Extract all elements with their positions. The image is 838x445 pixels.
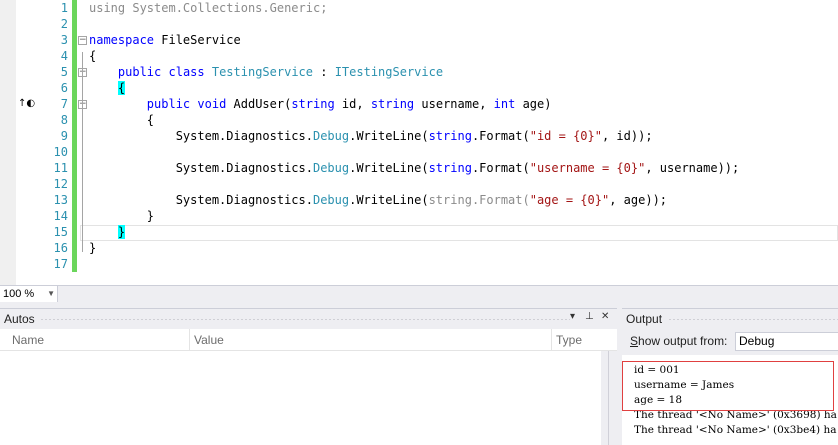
zoom-dropdown[interactable]: 100 % ▼	[0, 286, 58, 302]
line-number: 17	[53, 257, 68, 271]
code-text[interactable]: {	[89, 80, 126, 96]
code-text[interactable]: {	[89, 112, 154, 128]
code-line[interactable]: 3 − namespace FileService	[0, 32, 838, 48]
change-indicator	[72, 48, 77, 64]
column-value[interactable]: Value	[190, 329, 552, 351]
code-line[interactable]: 10	[0, 144, 838, 160]
line-number: 13	[53, 193, 68, 207]
pin-icon[interactable]: ⊥	[585, 311, 594, 322]
line-number: 16	[53, 241, 68, 255]
title-grip-dots	[668, 318, 838, 321]
line-number: 4	[60, 49, 68, 63]
code-editor[interactable]: ↑◐ 1 using System.Collections.Generic; 2 3−…	[0, 0, 838, 285]
change-indicator	[72, 240, 77, 256]
zoom-value: 100 %	[3, 288, 35, 300]
change-indicator	[72, 224, 77, 240]
autos-column-header: Name Value Type	[0, 329, 617, 351]
collapse-icon[interactable]: −	[78, 36, 87, 45]
code-line[interactable]: 5− public class TestingService : ITestin…	[0, 64, 838, 80]
code-line[interactable]: 1 using System.Collections.Generic;	[0, 0, 838, 16]
code-line[interactable]: 16}	[0, 240, 838, 256]
code-text[interactable]: namespace FileService	[89, 32, 241, 48]
line-number: 10	[53, 145, 68, 159]
code-text[interactable]: public void AddUser(string id, string us…	[89, 96, 552, 112]
line-number: 12	[53, 177, 68, 191]
line-number: 3	[60, 33, 68, 47]
change-indicator	[72, 208, 77, 224]
code-line[interactable]: 9 System.Diagnostics.Debug.WriteLine(str…	[0, 128, 838, 144]
code-line[interactable]: 6 {	[0, 80, 838, 96]
code-text[interactable]: System.Diagnostics.Debug.WriteLine(strin…	[89, 128, 653, 144]
line-number: 9	[60, 129, 68, 143]
line-number: 7	[60, 97, 68, 111]
line-number: 6	[60, 81, 68, 95]
code-line[interactable]: 11 System.Diagnostics.Debug.WriteLine(st…	[0, 160, 838, 176]
change-indicator	[72, 64, 77, 80]
output-toolbar: Show output from: Debug	[622, 329, 838, 355]
code-text[interactable]: }	[89, 240, 96, 256]
output-window: Output Show output from: Debug id = 001 …	[622, 308, 838, 445]
code-text[interactable]: }	[89, 208, 154, 224]
code-text[interactable]: public class TestingService : ITestingSe…	[89, 64, 443, 80]
output-highlight-box	[622, 361, 834, 411]
column-type[interactable]: Type	[552, 329, 601, 351]
change-indicator	[72, 128, 77, 144]
column-name[interactable]: Name	[8, 329, 190, 351]
change-indicator	[72, 176, 77, 192]
change-indicator	[72, 80, 77, 96]
code-line[interactable]: 13 System.Diagnostics.Debug.WriteLine(st…	[0, 192, 838, 208]
line-number: 5	[60, 65, 68, 79]
code-line[interactable]: 7− public void AddUser(string id, string…	[0, 96, 838, 112]
code-text[interactable]: {	[89, 48, 96, 64]
change-indicator	[72, 96, 77, 112]
code-line[interactable]: 12	[0, 176, 838, 192]
code-text[interactable]: }	[89, 224, 126, 240]
code-text[interactable]: using System.Collections.Generic;	[89, 0, 327, 16]
bottom-tool-windows: Autos ▾ ⊥ ✕ Name Value Type Output Show …	[0, 302, 838, 445]
line-number: 11	[53, 161, 68, 175]
change-indicator	[72, 192, 77, 208]
change-indicator	[72, 256, 77, 272]
code-text[interactable]: System.Diagnostics.Debug.WriteLine(strin…	[89, 160, 740, 176]
autos-window: Autos ▾ ⊥ ✕ Name Value Type	[0, 308, 617, 445]
output-source-select[interactable]: Debug	[735, 332, 838, 351]
line-number: 1	[60, 1, 68, 15]
code-line[interactable]: 15 }	[0, 224, 838, 240]
code-line[interactable]: 4{	[0, 48, 838, 64]
line-number: 2	[60, 17, 68, 31]
chevron-down-icon[interactable]: ▼	[47, 286, 55, 302]
change-indicator	[72, 112, 77, 128]
outline-guide	[82, 116, 83, 252]
change-indicator	[72, 160, 77, 176]
autos-title: Autos	[4, 312, 35, 326]
line-number: 14	[53, 209, 68, 223]
change-indicator	[72, 32, 77, 48]
close-icon[interactable]: ✕	[601, 311, 609, 322]
line-number: 8	[60, 113, 68, 127]
line-number: 15	[53, 225, 68, 239]
code-line[interactable]: 17	[0, 256, 838, 272]
code-line[interactable]: 14 }	[0, 208, 838, 224]
dropdown-arrow-icon[interactable]: ▾	[570, 311, 575, 322]
title-grip-dots	[40, 318, 570, 321]
output-text-area[interactable]: id = 001 username = James age = 18 The t…	[622, 355, 838, 445]
change-indicator	[72, 144, 77, 160]
editor-status-bar: 100 % ▼	[0, 285, 838, 302]
code-line[interactable]: 8 {	[0, 112, 838, 128]
change-indicator	[72, 0, 77, 16]
code-text[interactable]: System.Diagnostics.Debug.WriteLine(strin…	[89, 192, 667, 208]
autos-scrollbar[interactable]	[601, 351, 617, 445]
show-output-label: Show output from:	[630, 334, 728, 348]
code-line[interactable]: 2	[0, 16, 838, 32]
output-line: The thread '<No Name>' (0x3be4) ha	[634, 424, 837, 436]
change-indicator	[72, 16, 77, 32]
output-title: Output	[626, 312, 663, 326]
